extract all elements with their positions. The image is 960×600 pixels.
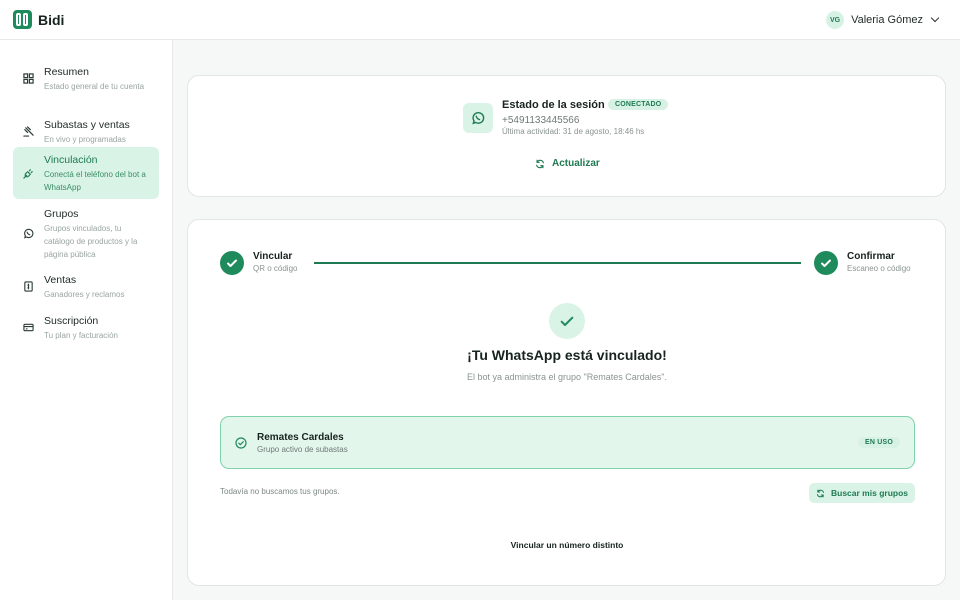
refresh-button[interactable]: Actualizar (535, 158, 600, 169)
sidebar: Resumen Estado general de tu cuenta Suba… (0, 40, 173, 600)
sidebar-item-grupos[interactable]: Grupos Grupos vinculados, tu catálogo de… (13, 201, 159, 259)
whatsapp-icon (23, 228, 34, 239)
plug-icon (23, 169, 33, 179)
link-other-number-button[interactable]: Vincular un número distinto (188, 540, 946, 550)
group-subtitle: Grupo activo de subastas (257, 445, 348, 454)
refresh-label: Actualizar (552, 158, 600, 169)
bidi-logo-icon[interactable] (13, 10, 32, 29)
sidebar-item-subtitle: Grupos vinculados, tu catálogo de produc… (44, 224, 138, 259)
sidebar-item-subtitle: Conectá el teléfono del bot a WhatsApp (44, 170, 146, 192)
step-subtitle: Escaneo o código (847, 264, 911, 273)
user-menu[interactable]: VG Valeria Gómez (826, 10, 940, 30)
sidebar-item-title: Ventas (44, 274, 77, 286)
sidebar-item-subtitle: Ganadores y reclamos (44, 290, 125, 299)
refresh-icon (816, 489, 825, 497)
sidebar-item-title: Suscripción (44, 315, 99, 327)
group-name: Remates Cardales (257, 432, 344, 443)
check-circle-icon (235, 437, 247, 449)
sidebar-item-ventas[interactable]: Ventas Ganadores y reclamos (13, 267, 159, 301)
success-headline: ¡Tu WhatsApp está vinculado! (467, 347, 667, 363)
session-title: Estado de la sesión (502, 99, 605, 111)
dashboard-icon (23, 73, 34, 84)
sidebar-item-subtitle: Tu plan y facturación (44, 331, 118, 340)
last-activity: Última actividad: 31 de agosto, 18:46 hs (502, 127, 645, 136)
groups-footnote: Todavía no buscamos tus grupos. (220, 487, 340, 496)
sidebar-item-title: Resumen (44, 66, 89, 78)
sidebar-item-title: Vinculación (44, 154, 98, 166)
user-name: Valeria Gómez (851, 14, 923, 26)
whatsapp-icon-box (463, 103, 493, 133)
avatar: VG (826, 11, 845, 29)
search-groups-label: Buscar mis grupos (831, 488, 908, 498)
sidebar-item-subtitle: Estado general de tu cuenta (44, 82, 145, 91)
active-group-row[interactable]: Remates Cardales Grupo activo de subasta… (220, 416, 915, 469)
app-name: Bidi (38, 12, 65, 28)
gavel-icon (23, 126, 34, 137)
search-groups-button[interactable]: Buscar mis grupos (809, 483, 915, 503)
success-check-icon (549, 303, 585, 339)
in-use-badge: EN USO (858, 437, 901, 448)
step-title: Vincular (253, 251, 293, 262)
sidebar-item-title: Subastas y ventas (44, 119, 130, 131)
session-card: Estado de la sesión CONECTADO +549113344… (187, 75, 946, 197)
session-phone: +5491133445566 (502, 115, 580, 126)
status-badge: CONECTADO (608, 99, 669, 110)
sidebar-item-title: Grupos (44, 208, 79, 220)
success-subline: El bot ya administra el grupo "Remates C… (467, 372, 667, 382)
link-card: Vincular QR o código Confirmar Escaneo o… (187, 219, 946, 586)
refresh-icon (536, 159, 544, 168)
step-vincular-check-icon (220, 251, 244, 275)
step-title: Confirmar (847, 251, 895, 262)
whatsapp-icon (472, 112, 485, 125)
sidebar-item-subastas[interactable]: Subastas y ventas En vivo y programadas (13, 112, 159, 144)
receipt-icon (24, 281, 33, 292)
sidebar-item-resumen[interactable]: Resumen Estado general de tu cuenta (13, 59, 159, 101)
top-bar: Bidi VG Valeria Gómez (0, 0, 960, 40)
step-subtitle: QR o código (253, 264, 298, 273)
chevron-down-icon (930, 13, 940, 23)
step-progress-line (314, 262, 801, 264)
sidebar-item-suscripcion[interactable]: Suscripción Tu plan y facturación (13, 308, 159, 342)
step-confirmar-check-icon (814, 251, 838, 275)
sidebar-item-subtitle: En vivo y programadas (44, 135, 126, 144)
credit-card-icon (23, 323, 34, 332)
sidebar-item-vinculacion[interactable]: Vinculación Conectá el teléfono del bot … (13, 147, 159, 199)
